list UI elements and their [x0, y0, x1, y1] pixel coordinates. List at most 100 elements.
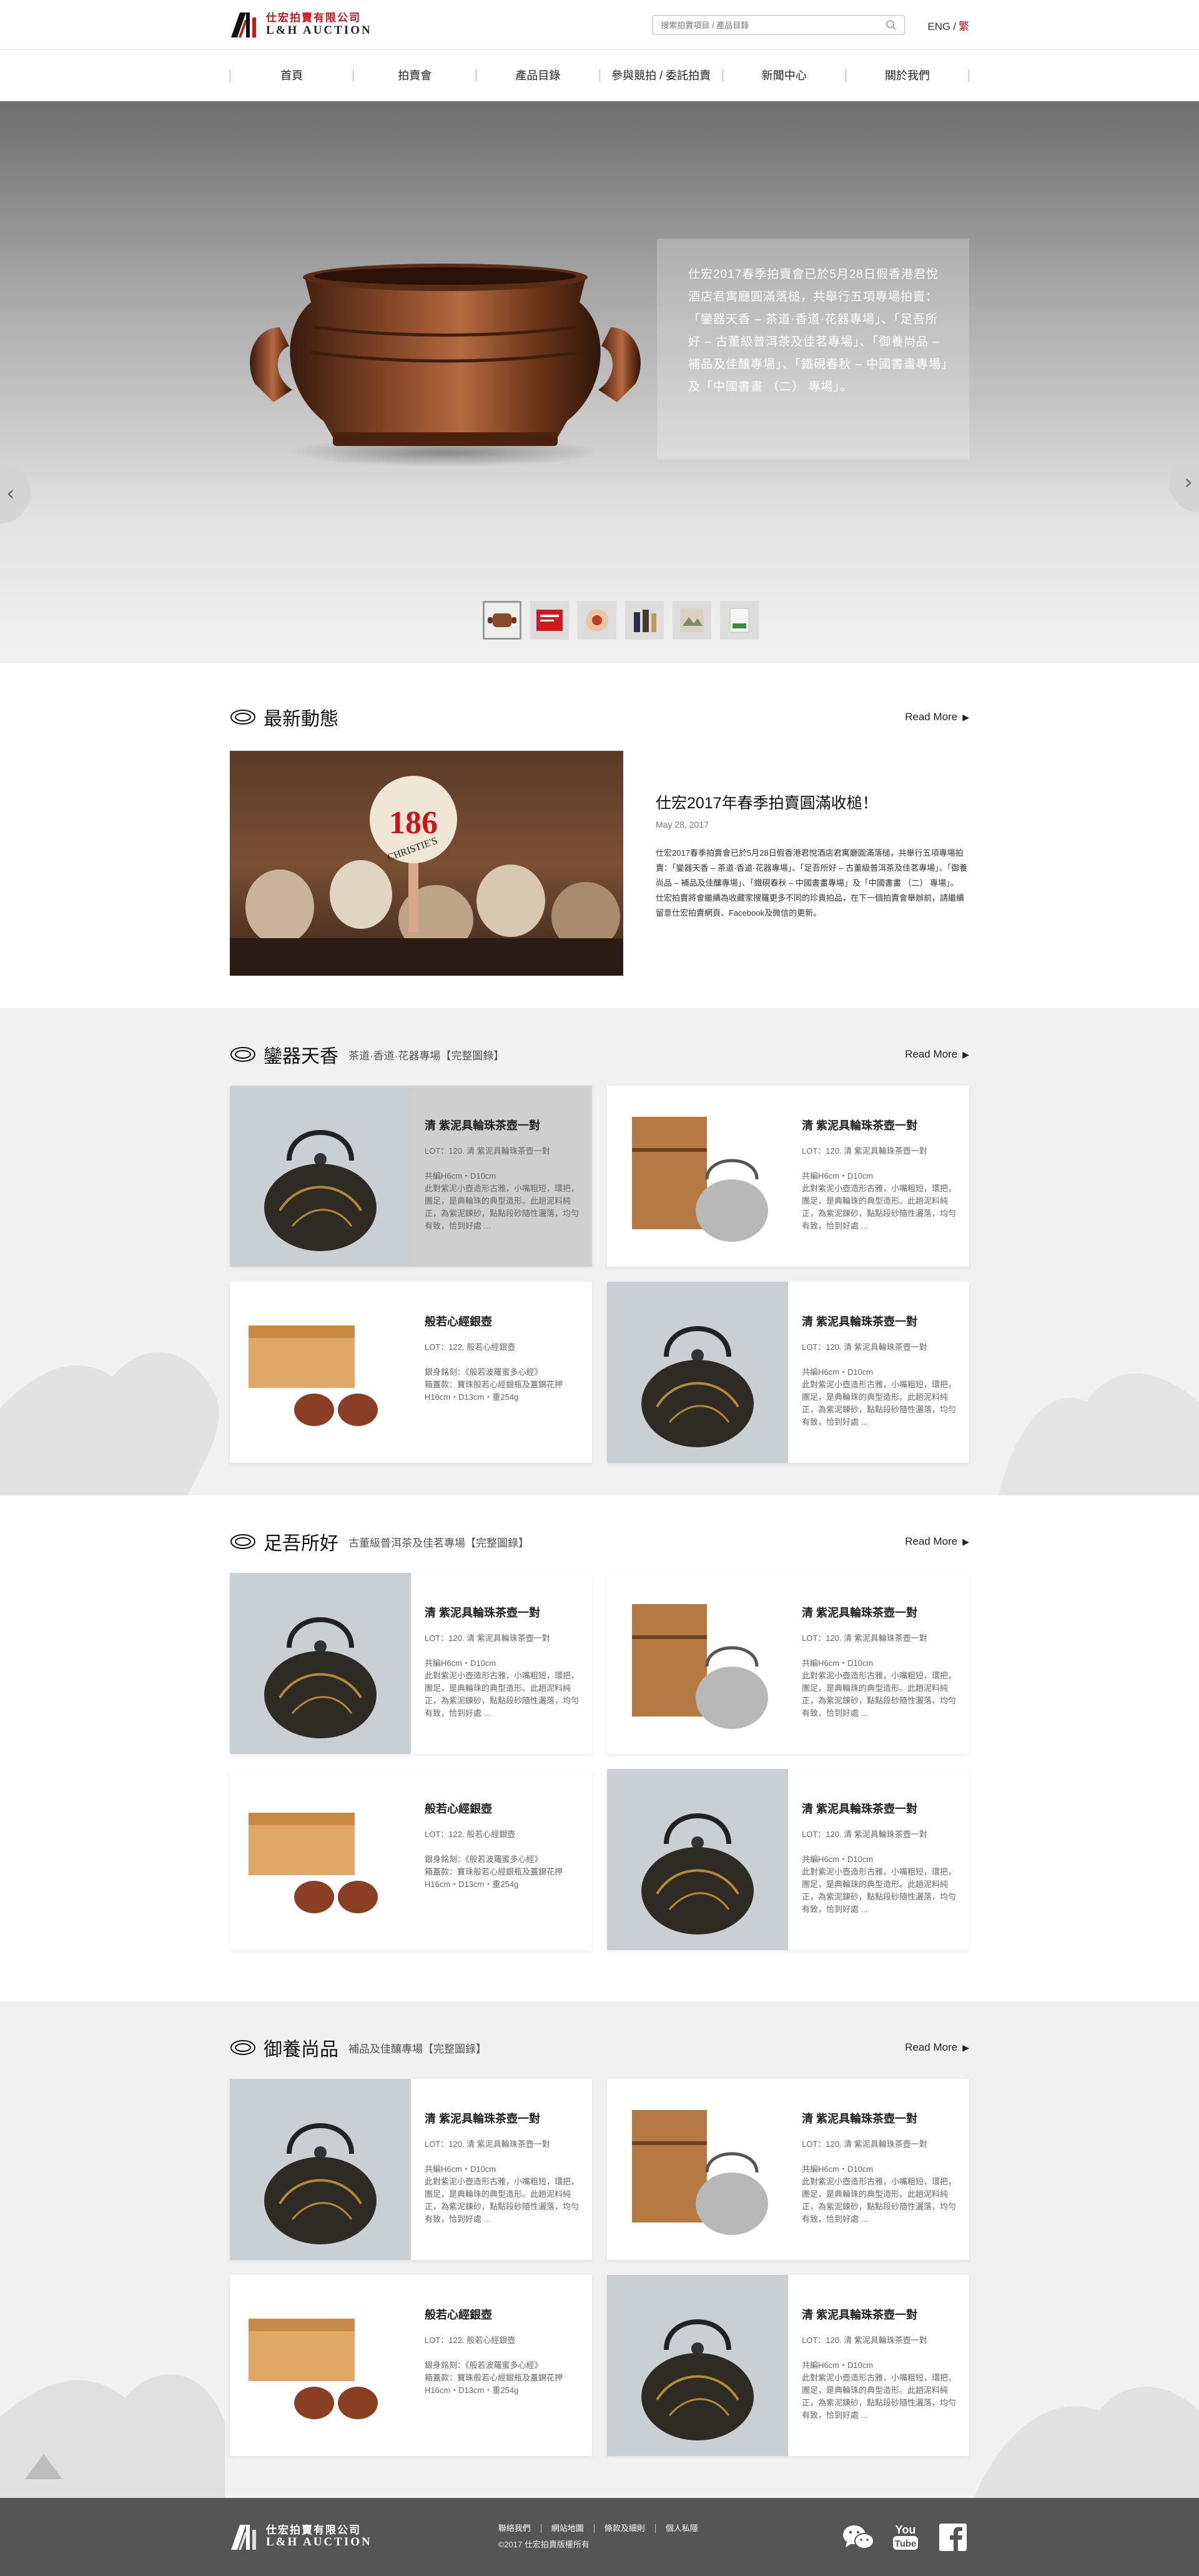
main-nav: 首頁 拍賣會 產品目錄 參與競拍 / 委託拍賣 新聞中心 關於我們 — [0, 50, 1199, 101]
section-subtitle-catalogue-link[interactable]: 茶道·香道·花器專場【完整圖錄】 — [348, 1047, 504, 1063]
bronze-censer-image — [250, 264, 641, 467]
card-description: 共編H6cm・D10cm 此對紫泥小壺造形古雅，小嘴粗短，環把，團足，是典輪珠的… — [802, 2164, 957, 2224]
language-switcher: ENG / 繁 — [927, 17, 969, 33]
search-icon[interactable] — [886, 19, 897, 31]
footer-logo-english-name: L&H AUCTION — [266, 2535, 372, 2549]
card-title: 清 紫泥具輪珠茶壺一對 — [425, 1607, 540, 1619]
youtube-icon[interactable]: You Tube — [889, 2522, 922, 2552]
youtube-icon-text: Tube — [895, 2539, 917, 2549]
product-card[interactable]: 般若心經銀壺 LOT：122. 般若心經銀壺 銀身銘刻：《般若波羅蜜多心經》 箱蓋款… — [230, 1769, 592, 1950]
read-more-link[interactable]: Read More ▶ — [905, 1535, 969, 1548]
site-footer: 仕宏拍賣有限公司 L&H AUCTION 聯絡我們 網站地圖 條款及細則 個人私… — [0, 2498, 1199, 2576]
hero-slider: ‹ › 仕宏2017春季拍賣會已於5月28日假香港君悅酒店君寓廳圓滿落槌，共舉行… — [0, 101, 1199, 663]
latest-news-section: 最新動態 Read More ▶ 186 CHRISTIE'S 仕宏2017年春… — [0, 663, 1199, 1008]
card-lot: LOT：120. 清 紫泥具輪珠茶壺一對 — [802, 1342, 927, 1352]
product-card[interactable]: 清 紫泥具輪珠茶壺一對 LOT：120. 清 紫泥具輪珠茶壺一對 共編H6cm・D1… — [607, 1573, 969, 1754]
nav-item-auctions[interactable]: 拍賣會 — [353, 69, 477, 82]
product-card[interactable]: 清 紫泥具輪珠茶壺一對 LOT：120. 清 紫泥具輪珠茶壺一對 共編H6cm・D1… — [607, 1282, 969, 1463]
section-icon — [230, 1534, 255, 1549]
section-title: 最新動態 — [264, 709, 338, 730]
wechat-icon[interactable] — [842, 2522, 874, 2552]
card-lot: LOT：122. 般若心經銀壺 — [425, 2336, 516, 2345]
read-more-link[interactable]: Read More ▶ — [905, 711, 969, 723]
slider-thumb[interactable] — [673, 601, 711, 640]
facebook-icon[interactable] — [937, 2522, 969, 2552]
nav-item-about[interactable]: 關於我們 — [846, 69, 970, 82]
slider-thumb[interactable] — [483, 601, 521, 640]
nav-item-home[interactable]: 首頁 — [230, 69, 354, 82]
lang-english[interactable]: ENG — [927, 21, 950, 32]
product-card[interactable]: 般若心經銀壺 LOT：122. 般若心經銀壺 銀身銘刻：《般若波羅蜜多心經》 箱蓋款… — [230, 2275, 592, 2456]
section-title: 御養尚品 — [264, 2039, 338, 2060]
product-card[interactable]: 清 紫泥具輪珠茶壺一對 LOT：120. 清 紫泥具輪珠茶壺一對 共編H6cm・D1… — [230, 1086, 592, 1267]
site-logo[interactable]: 仕宏拍賣有限公司 L&H AUCTION — [230, 11, 372, 39]
card-lot: LOT：120. 清 紫泥具輪珠茶壺一對 — [802, 1633, 927, 1643]
card-description: 銀身銘刻：《般若波羅蜜多心經》 箱蓋款：寶珠般若心經銀瓶及蓋錦花押 H16cm・… — [425, 1367, 563, 1402]
section-title: 足吾所好 — [264, 1533, 338, 1554]
youtube-icon-text: You — [896, 2524, 916, 2536]
lang-traditional-chinese[interactable]: 繁 — [959, 21, 969, 32]
footer-link-sitemap[interactable]: 網站地圖 — [541, 2524, 595, 2533]
product-card[interactable]: 清 紫泥具輪珠茶壺一對 LOT：120. 清 紫泥具輪珠茶壺一對 共編H6cm・D1… — [607, 1086, 969, 1267]
triangle-right-icon: ▶ — [962, 712, 969, 722]
iron-kettle-image — [607, 1769, 788, 1950]
section-subtitle-catalogue-link[interactable]: 古董級普洱茶及佳茗專場【完整圖錄】 — [348, 1534, 529, 1550]
product-card[interactable]: 清 紫泥具輪珠茶壺一對 LOT：120. 清 紫泥具輪珠茶壺一對 共編H6cm・D1… — [230, 1573, 592, 1754]
footer-link-contact[interactable]: 聯絡我們 — [498, 2524, 541, 2533]
censer-thumb-icon — [488, 613, 516, 627]
news-date: May 28, 2017 — [656, 820, 709, 830]
read-more-link[interactable]: Read More ▶ — [905, 1048, 969, 1061]
footer-link-privacy[interactable]: 個人私隱 — [656, 2524, 708, 2533]
card-title: 清 紫泥具輪珠茶壺一對 — [425, 1119, 540, 1132]
red-package-thumb-icon — [536, 610, 563, 631]
slider-thumb[interactable] — [578, 601, 616, 640]
nav-item-bidding-consign[interactable]: 參與競拍 / 委託拍賣 — [600, 69, 723, 82]
category-section-health: 御養尚品 補品及佳釀專場【完整圖錄】 Read More ▶ 清 紫泥具輪珠茶壺一… — [0, 2001, 1199, 2498]
section-subtitle-catalogue-link[interactable]: 補品及佳釀專場【完整圖錄】 — [348, 2040, 486, 2056]
search-box[interactable] — [653, 15, 905, 35]
logo-mark-icon — [230, 2524, 260, 2551]
boxed-silver-kettle-image — [607, 1086, 788, 1267]
product-card[interactable]: 清 紫泥具輪珠茶壺一對 LOT：120. 清 紫泥具輪珠茶壺一對 共編H6cm・D1… — [607, 2275, 969, 2456]
card-description: 共編H6cm・D10cm 此對紫泥小壺造形古雅，小嘴粗短，環把，團足，是典輪珠的… — [425, 1658, 580, 1718]
section-title: 鑾器天香 — [264, 1046, 338, 1067]
nav-item-news[interactable]: 新聞中心 — [723, 69, 846, 82]
card-description: 共編H6cm・D10cm 此對紫泥小壺造形古雅，小嘴粗短，環把，團足，是典輪珠的… — [802, 1171, 957, 1231]
search-input[interactable] — [661, 20, 886, 30]
slider-thumb[interactable] — [530, 601, 569, 640]
read-more-link[interactable]: Read More ▶ — [905, 2041, 969, 2054]
slider-thumb[interactable] — [720, 601, 759, 640]
boxed-silver-kettle-image — [607, 2079, 788, 2260]
auction-room-photo[interactable]: 186 CHRISTIE'S — [230, 751, 623, 976]
news-headline[interactable]: 仕宏2017年春季拍賣圓滿收槌！ — [656, 791, 969, 813]
product-card[interactable]: 清 紫泥具輪珠茶壺一對 LOT：120. 清 紫泥具輪珠茶壺一對 共編H6cm・D1… — [607, 2079, 969, 2260]
footer-logo[interactable]: 仕宏拍賣有限公司 L&H AUCTION — [230, 2524, 372, 2551]
product-card[interactable]: 般若心經銀壺 LOT：122. 般若心經銀壺 銀身銘刻：《般若波羅蜜多心經》 箱蓋款… — [230, 1282, 592, 1463]
triangle-right-icon: ▶ — [962, 1049, 969, 1059]
nav-item-catalogue[interactable]: 產品目錄 — [476, 69, 600, 82]
card-description: 共編H6cm・D10cm 此對紫泥小壺造形古雅，小嘴粗短，環把，團足，是典輪珠的… — [802, 1855, 957, 1914]
slider-next-button[interactable]: › — [1169, 452, 1199, 512]
slider-prev-button[interactable]: ‹ — [0, 463, 30, 523]
card-title: 清 紫泥具輪珠茶壺一對 — [802, 2309, 917, 2321]
iron-kettle-image — [607, 2275, 788, 2456]
card-title: 清 紫泥具輪珠茶壺一對 — [802, 2113, 917, 2125]
iron-kettle-image — [230, 1086, 411, 1267]
card-lot: LOT：122. 般若心經銀壺 — [425, 1830, 516, 1839]
wooden-box-teapots-image — [230, 1769, 411, 1950]
product-card[interactable]: 清 紫泥具輪珠茶壺一對 LOT：120. 清 紫泥具輪珠茶壺一對 共編H6cm・D1… — [607, 1769, 969, 1950]
card-lot: LOT：120. 清 紫泥具輪珠茶壺一對 — [425, 1146, 550, 1156]
footer-link-terms[interactable]: 條款及細則 — [595, 2524, 656, 2533]
news-paragraph: 仕宏2017春季拍賣會已於5月28日假香港君悅酒店君寓廳圓滿落槌，共舉行五項專場… — [656, 848, 968, 888]
product-card[interactable]: 清 紫泥具輪珠茶壺一對 LOT：120. 清 紫泥具輪珠茶壺一對 共編H6cm・D1… — [230, 2079, 592, 2260]
social-links: You Tube — [842, 2522, 969, 2552]
section-icon — [230, 1047, 255, 1062]
slider-thumb[interactable] — [625, 601, 664, 640]
card-lot: LOT：120. 清 紫泥具輪珠茶壺一對 — [802, 1146, 927, 1156]
card-lot: LOT：120. 清 紫泥具輪珠茶壺一對 — [802, 1830, 927, 1839]
boxed-silver-kettle-image — [607, 1573, 788, 1754]
iron-kettle-image — [607, 1282, 788, 1463]
card-lot: LOT：120. 清 紫泥具輪珠茶壺一對 — [802, 2336, 927, 2345]
card-description: 共編H6cm・D10cm 此對紫泥小壺造形古雅，小嘴粗短，環把，團足，是典輪珠的… — [802, 1658, 957, 1718]
triangle-right-icon: ▶ — [962, 2043, 969, 2053]
